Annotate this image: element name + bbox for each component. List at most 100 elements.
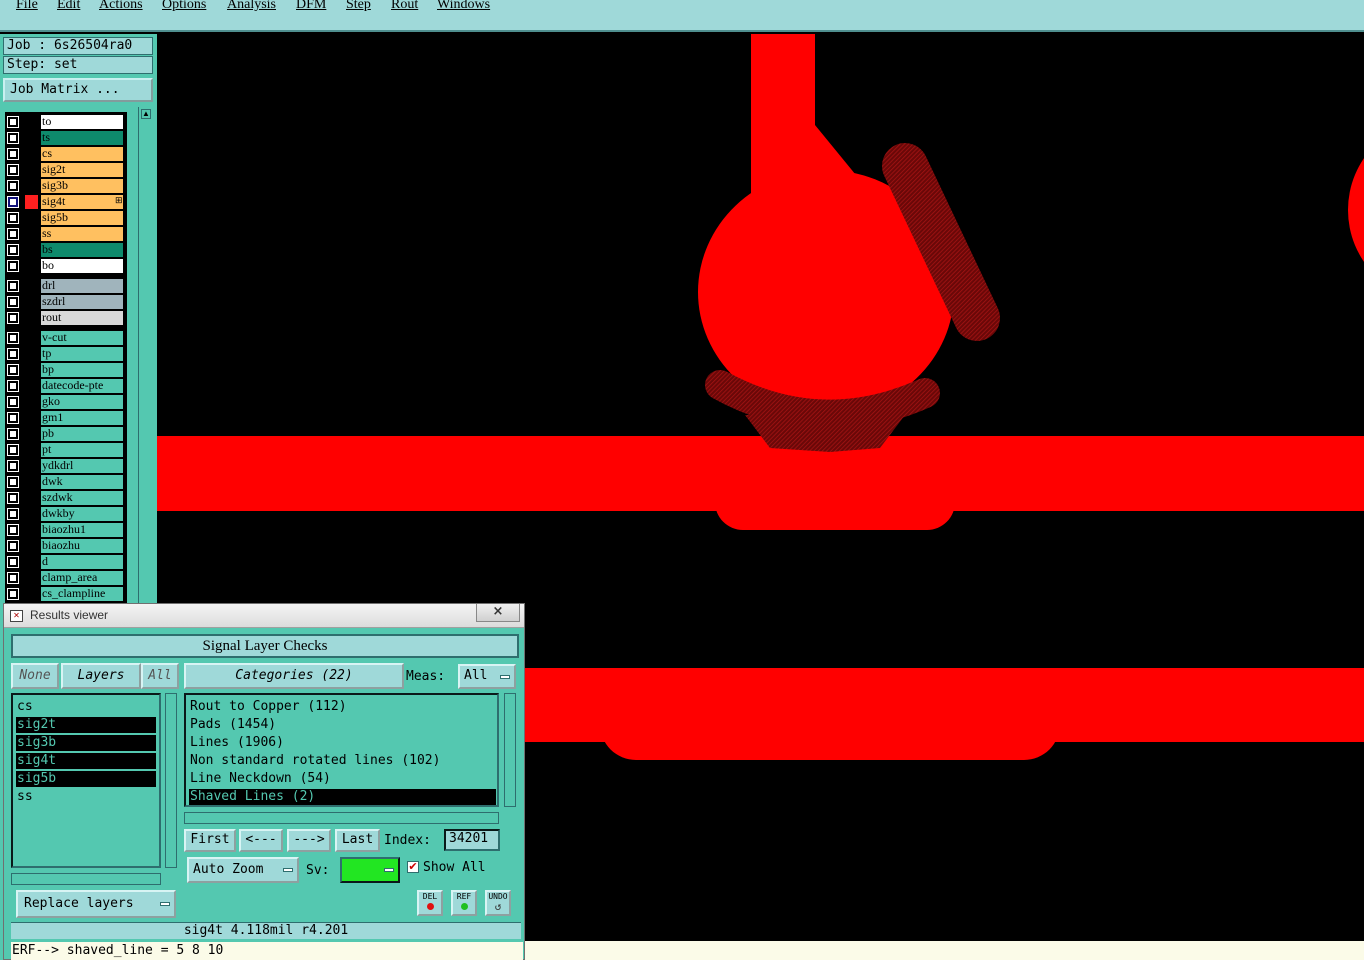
layer-checkbox[interactable]: [7, 556, 19, 568]
layer-checkbox[interactable]: [7, 364, 19, 376]
layer-row-tp[interactable]: tp: [5, 346, 127, 362]
layer-row-ydkdrl[interactable]: ydkdrl: [5, 458, 127, 474]
layer-list-scrollbar[interactable]: ▲: [138, 107, 154, 637]
layer-row-sig4t[interactable]: sig4t ⊞: [5, 194, 127, 210]
layer-display-swatch[interactable]: [25, 295, 38, 309]
layer-name[interactable]: clamp_area: [41, 571, 123, 585]
layer-checkbox[interactable]: [7, 444, 19, 456]
layer-row-bo[interactable]: bo: [5, 258, 127, 274]
layer-name[interactable]: sig2t: [41, 163, 123, 177]
layer-checkbox[interactable]: [7, 348, 19, 360]
layer-row-szdwk[interactable]: szdwk: [5, 490, 127, 506]
layer-display-swatch[interactable]: [25, 475, 38, 489]
menu-edit[interactable]: Edit: [57, 0, 80, 13]
layer-display-swatch[interactable]: [25, 347, 38, 361]
layer-checkbox[interactable]: [7, 332, 19, 344]
layer-name[interactable]: d: [41, 555, 123, 569]
layer-row-biaozhu1[interactable]: biaozhu1: [5, 522, 127, 538]
layer-row-dwk[interactable]: dwk: [5, 474, 127, 490]
layer-name[interactable]: sig3b: [41, 179, 123, 193]
layer-display-swatch[interactable]: [25, 227, 38, 241]
close-button[interactable]: ×: [476, 604, 520, 622]
layer-display-swatch[interactable]: [25, 147, 38, 161]
scroll-up-icon[interactable]: ▲: [141, 109, 151, 119]
results-layer-item[interactable]: sig2t: [16, 717, 156, 733]
job-matrix-button[interactable]: Job Matrix ...: [3, 78, 153, 102]
delete-mark-button[interactable]: DEL: [417, 890, 443, 916]
layer-checkbox[interactable]: [7, 412, 19, 424]
layer-checkbox[interactable]: [7, 132, 19, 144]
category-item[interactable]: Rout to Copper (112): [189, 699, 496, 715]
layer-name[interactable]: v-cut: [41, 331, 123, 345]
categories-button[interactable]: Categories (22): [184, 663, 404, 689]
replace-layers-dropdown[interactable]: Replace layers: [16, 890, 176, 918]
undo-mark-button[interactable]: UNDO ↺: [485, 890, 511, 916]
layer-display-swatch[interactable]: [25, 131, 38, 145]
layer-name[interactable]: ydkdrl: [41, 459, 123, 473]
layer-display-swatch[interactable]: [25, 179, 38, 193]
layer-checkbox[interactable]: [7, 492, 19, 504]
index-input[interactable]: 34201: [444, 829, 500, 851]
category-item[interactable]: Line Neckdown (54): [189, 771, 496, 787]
layer-row-drl[interactable]: drl: [5, 278, 127, 294]
category-scrollbar[interactable]: [504, 693, 516, 807]
layer-name[interactable]: bs: [41, 243, 123, 257]
layer-display-swatch[interactable]: [25, 491, 38, 505]
menu-windows[interactable]: Windows: [437, 0, 490, 13]
layer-name[interactable]: biaozhu: [41, 539, 123, 553]
category-item[interactable]: Shaved Lines (2): [189, 789, 496, 805]
layer-checkbox[interactable]: [7, 476, 19, 488]
layer-display-swatch[interactable]: [25, 587, 38, 601]
layer-display-swatch[interactable]: [25, 523, 38, 537]
layer-row-szdrl[interactable]: szdrl: [5, 294, 127, 310]
layer-display-swatch[interactable]: [25, 379, 38, 393]
layer-display-swatch[interactable]: [25, 427, 38, 441]
layer-name[interactable]: pt: [41, 443, 123, 457]
layer-display-swatch[interactable]: [25, 363, 38, 377]
layer-checkbox[interactable]: [7, 572, 19, 584]
menu-options[interactable]: Options: [162, 0, 206, 13]
layer-checkbox[interactable]: [7, 296, 19, 308]
layer-name[interactable]: tp: [41, 347, 123, 361]
layer-name[interactable]: datecode-pte: [41, 379, 123, 393]
layer-display-swatch[interactable]: [25, 311, 38, 325]
layers-all-button[interactable]: All: [141, 663, 179, 689]
layer-name[interactable]: gm1: [41, 411, 123, 425]
layer-row-bp[interactable]: bp: [5, 362, 127, 378]
layer-checkbox[interactable]: [7, 508, 19, 520]
layer-display-swatch[interactable]: [25, 555, 38, 569]
layer-row-cs[interactable]: cs: [5, 146, 127, 162]
results-layer-hscrollbar[interactable]: [11, 873, 161, 885]
layer-checkbox[interactable]: [7, 312, 19, 324]
layer-display-swatch[interactable]: [25, 395, 38, 409]
auto-zoom-dropdown[interactable]: Auto Zoom: [187, 857, 299, 883]
results-layer-list[interactable]: cs sig2t sig3b sig4t sig5b ss: [11, 693, 161, 868]
layer-row-datecode-pte[interactable]: datecode-pte: [5, 378, 127, 394]
category-item[interactable]: Lines (1906): [189, 735, 496, 751]
layer-checkbox[interactable]: [7, 460, 19, 472]
layer-row-d[interactable]: d: [5, 554, 127, 570]
layer-display-swatch[interactable]: [25, 459, 38, 473]
layer-row-pb[interactable]: pb: [5, 426, 127, 442]
layer-name[interactable]: dwkby: [41, 507, 123, 521]
layer-name[interactable]: dwk: [41, 475, 123, 489]
layer-row-pt[interactable]: pt: [5, 442, 127, 458]
layer-row-v-cut[interactable]: v-cut: [5, 330, 127, 346]
next-button[interactable]: --->: [287, 829, 331, 852]
layer-checkbox[interactable]: [7, 588, 19, 600]
layer-row-gm1[interactable]: gm1: [5, 410, 127, 426]
results-viewer-titlebar[interactable]: ✕ Results viewer ×: [4, 604, 524, 628]
results-layer-scrollbar[interactable]: [165, 693, 177, 868]
layer-name[interactable]: pb: [41, 427, 123, 441]
layer-checkbox[interactable]: [7, 116, 19, 128]
layer-display-swatch[interactable]: [25, 211, 38, 225]
menu-dfm[interactable]: DFM: [296, 0, 326, 13]
layer-row-clamp_area[interactable]: clamp_area: [5, 570, 127, 586]
last-button[interactable]: Last: [335, 829, 380, 852]
layer-name[interactable]: sig4t: [41, 195, 123, 209]
layer-name[interactable]: sig5b: [41, 211, 123, 225]
layer-name[interactable]: ts: [41, 131, 123, 145]
layer-checkbox[interactable]: [7, 212, 19, 224]
layer-checkbox[interactable]: [7, 524, 19, 536]
menu-step[interactable]: Step: [346, 0, 371, 13]
